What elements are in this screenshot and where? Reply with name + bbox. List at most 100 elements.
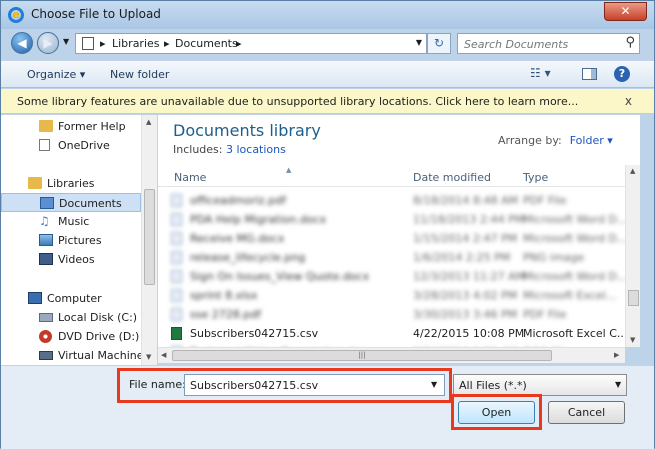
column-headers: ▲ Name Date modified Type [158,165,640,187]
file-type: PNG image [523,251,585,264]
sidebar-item-pictures[interactable]: Pictures [1,231,141,250]
sidebar-item-virtual-machine[interactable]: Virtual Machine S [1,346,154,365]
file-type-dropdown-icon[interactable]: ▼ [615,380,621,389]
folder-icon [39,120,53,132]
back-button[interactable]: ◀ [11,32,33,54]
breadcrumb-libraries[interactable]: Libraries [112,37,160,50]
file-row[interactable]: Subscribers042715.csv 4/22/2015 10:08 PM M… [166,324,640,343]
sidebar-item-music[interactable]: ♫ Music [1,212,141,231]
scroll-thumb[interactable] [628,290,639,306]
breadcrumb-documents[interactable]: Documents [175,37,238,50]
file-date-modified: 3/30/2013 3:46 PM [413,308,518,321]
file-icon [171,270,182,283]
file-name: Sign On Issues_View Quote.docx [190,270,370,283]
file-type: Microsoft Word D... [523,213,628,226]
file-name: Receive MG.docx [190,232,285,245]
search-placeholder: Search Documents [464,38,569,51]
sidebar-item-dvd-drive[interactable]: DVD Drive (D:) Pa [1,327,156,346]
forward-button[interactable]: ▶ [37,32,59,54]
arrange-by-dropdown[interactable]: Folder ▾ [570,134,613,147]
file-icon [171,289,182,302]
info-bar-message[interactable]: Some library features are unavailable du… [17,95,578,108]
scroll-up-icon[interactable]: ▲ [146,118,151,126]
file-type: PDF File [523,308,567,321]
dvd-icon [39,330,52,343]
navigation-pane-scrollbar[interactable]: ▲ ▼ [141,115,157,365]
search-input[interactable]: Search Documents ⚲ [457,33,640,54]
scroll-up-icon[interactable]: ▲ [630,167,635,175]
file-type: PDF File [523,194,567,207]
search-icon: ⚲ [625,35,635,50]
file-date-modified: 4/22/2015 10:08 PM [413,327,525,340]
file-date-modified: 1/6/2014 2:25 PM [413,251,511,264]
dialog-footer: File name: Subscribers042715.csv ▼ All F… [1,365,654,449]
command-toolbar: Organize ▾ New folder ☷ ▾ ? [1,60,654,88]
computer-icon [28,292,42,304]
info-bar-close-icon[interactable]: x [625,94,632,108]
address-bar[interactable]: ▸ Libraries ▸ Documents ▸ ▼ [75,33,427,54]
refresh-button[interactable]: ↻ [427,33,451,54]
preview-pane-icon[interactable] [582,68,597,80]
help-icon[interactable]: ? [614,66,630,82]
organize-button[interactable]: Organize ▾ [27,68,85,81]
change-view-icon[interactable]: ☷ ▾ [530,66,551,80]
videos-icon [39,253,53,265]
file-icon [171,327,182,340]
sort-arrow-icon: ▲ [286,166,292,174]
sidebar-item-former-help[interactable]: Former Help [1,117,141,136]
file-row[interactable]: Receive MG.docx 1/15/2014 2:47 PM Microsof… [166,229,640,248]
column-header-name[interactable]: Name [174,171,206,184]
column-header-date-modified[interactable]: Date modified [413,171,491,184]
file-row[interactable]: release_lifecycle.png 1/6/2014 2:25 PM PNG… [166,248,640,267]
file-row[interactable]: sprint 8.xlsx 3/28/2013 4:02 PM Microsoft … [166,286,640,305]
file-list-pane: Documents library Includes: 3 locations … [158,115,640,347]
internet-explorer-icon: e [8,7,24,23]
scroll-thumb[interactable] [144,189,155,285]
library-includes: Includes: 3 locations [173,143,286,156]
info-bar[interactable]: Some library features are unavailable du… [1,89,654,114]
navigation-bar: ◀ ▶ ▼ ▸ Libraries ▸ Documents ▸ ▼ ↻ Sear… [1,29,654,58]
window-title: Choose File to Upload [31,7,161,21]
file-row[interactable]: Sign On Issues_View Quote.docx 12/3/2013 … [166,267,640,286]
scroll-down-icon[interactable]: ▼ [630,336,635,344]
file-row[interactable]: PDA Help Migration.docx 11/18/2013 2:44 P… [166,210,640,229]
breadcrumb-separator: ▸ [236,37,242,50]
library-title: Documents library [173,121,321,140]
sidebar-item-libraries[interactable]: Libraries [1,174,141,193]
file-list-vertical-scrollbar[interactable]: ▲ ▼ [625,165,640,347]
file-row[interactable]: sse 2728.pdf 3/30/2013 3:46 PM PDF File [166,305,640,324]
file-name-input[interactable]: Subscribers042715.csv [184,374,445,396]
breadcrumb-separator: ▸ [164,37,170,50]
navigation-pane: Former Help OneDrive Libraries Documents… [1,115,157,365]
sidebar-item-local-disk[interactable]: Local Disk (C:) [1,308,141,327]
close-button[interactable]: ✕ [604,2,647,21]
scroll-left-icon[interactable]: ◀ [161,351,166,359]
file-name: Subscribers042715.csv [190,327,319,340]
sidebar-item-videos[interactable]: Videos [1,250,141,269]
file-name: sprint 8.xlsx [190,289,258,302]
file-name-label: File name: [129,378,186,391]
file-type: Microsoft Word D... [523,232,628,245]
sidebar-item-documents[interactable]: Documents [1,193,141,212]
file-icon [171,194,182,207]
file-icon [171,251,182,264]
scroll-right-icon[interactable]: ▶ [614,351,619,359]
file-list-horizontal-scrollbar[interactable]: ◀ ||| ▶ [158,347,625,363]
libraries-location-icon [82,37,94,50]
new-folder-button[interactable]: New folder [110,68,169,81]
locations-link[interactable]: 3 locations [226,143,286,156]
open-button[interactable]: Open [458,401,535,424]
file-row[interactable]: officeadmoriz.pdf 8/18/2014 8:48 AM PDF Fi… [166,191,640,210]
sidebar-item-computer[interactable]: Computer [1,289,141,308]
file-name-dropdown-icon[interactable]: ▼ [431,380,437,389]
column-header-type[interactable]: Type [523,171,548,184]
cancel-button[interactable]: Cancel [548,401,625,424]
documents-icon [40,197,54,209]
file-type-filter-select[interactable]: All Files (*.*) [453,374,627,396]
history-dropdown-icon[interactable]: ▼ [63,37,69,46]
scroll-down-icon[interactable]: ▼ [146,353,151,361]
address-dropdown-icon[interactable]: ▼ [416,38,422,47]
sidebar-item-onedrive[interactable]: OneDrive [1,136,141,155]
scroll-thumb[interactable]: ||| [172,350,552,361]
breadcrumb-separator: ▸ [100,37,106,50]
